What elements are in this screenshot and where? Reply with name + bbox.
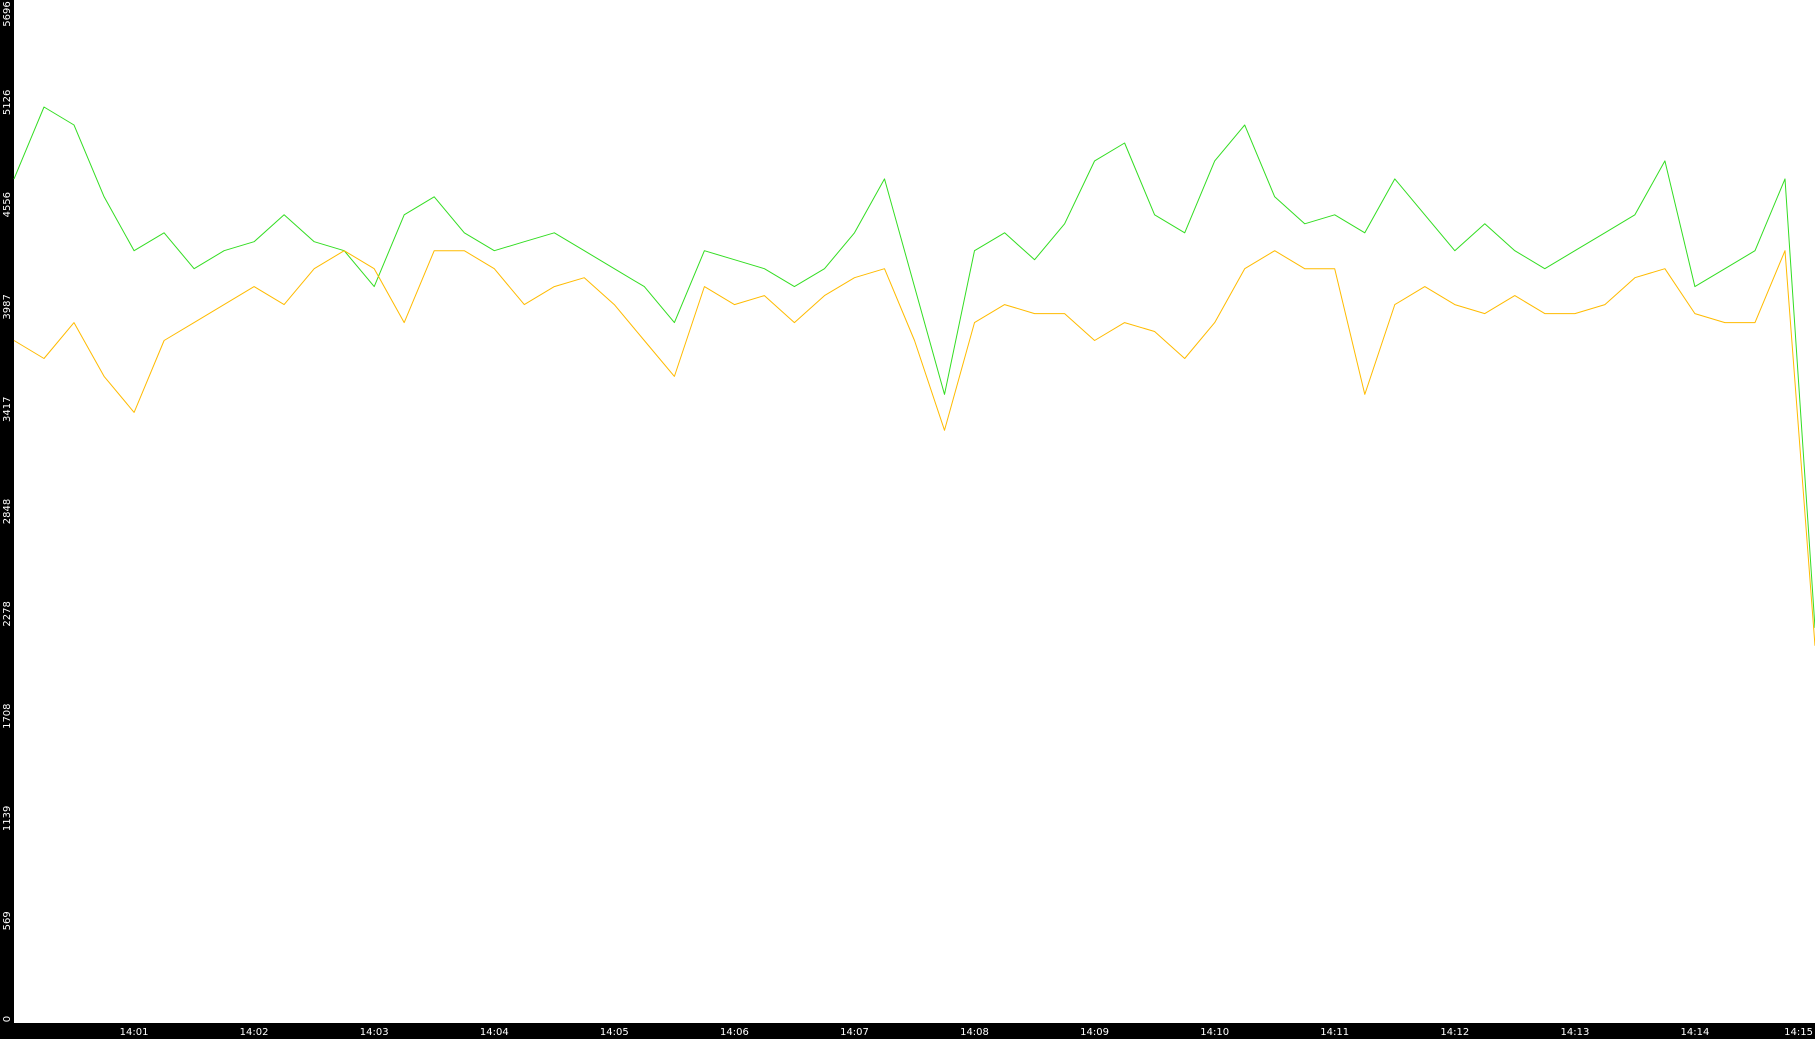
y-tick-label: 5126	[2, 90, 13, 115]
x-tick-label: 14:14	[1680, 1027, 1709, 1038]
line-chart: 0 569 1139 1708 2278 2848 3417 3987 4556 5126 5696…	[0, 0, 1815, 1039]
chart-window: 0 569 1139 1708 2278 2848 3417 3987 4556 5126 5696…	[0, 0, 1815, 1039]
x-tick-label: 14:02	[240, 1027, 269, 1038]
x-tick-label: 14:06	[720, 1027, 749, 1038]
x-tick-label: 14:11	[1320, 1027, 1349, 1038]
y-tick-label: 4556	[2, 192, 13, 217]
x-tick-label: 14:08	[960, 1027, 989, 1038]
x-tick-label: 14:15	[1784, 1027, 1813, 1038]
y-tick-label: 5696	[2, 1, 13, 26]
y-tick-label: 1708	[2, 703, 13, 728]
x-tick-label: 14:05	[600, 1027, 629, 1038]
x-tick-label: 14:01	[120, 1027, 149, 1038]
x-tick-label: 14:12	[1440, 1027, 1469, 1038]
y-tick-label: 3417	[2, 397, 13, 422]
y-tick-label: 0	[2, 1016, 13, 1022]
x-tick-label: 14:09	[1080, 1027, 1109, 1038]
x-tick-label: 14:07	[840, 1027, 869, 1038]
x-axis-bar	[0, 1023, 1815, 1039]
x-tick-label: 14:04	[480, 1027, 509, 1038]
y-tick-label: 2848	[2, 499, 13, 524]
y-tick-label: 2278	[2, 601, 13, 626]
x-tick-label: 14:13	[1560, 1027, 1589, 1038]
y-tick-label: 3987	[2, 294, 13, 319]
y-tick-label: 569	[2, 911, 13, 930]
x-tick-label: 14:10	[1200, 1027, 1229, 1038]
chart-background	[0, 0, 1815, 1039]
y-tick-label: 1139	[2, 806, 13, 831]
x-tick-label: 14:03	[360, 1027, 389, 1038]
